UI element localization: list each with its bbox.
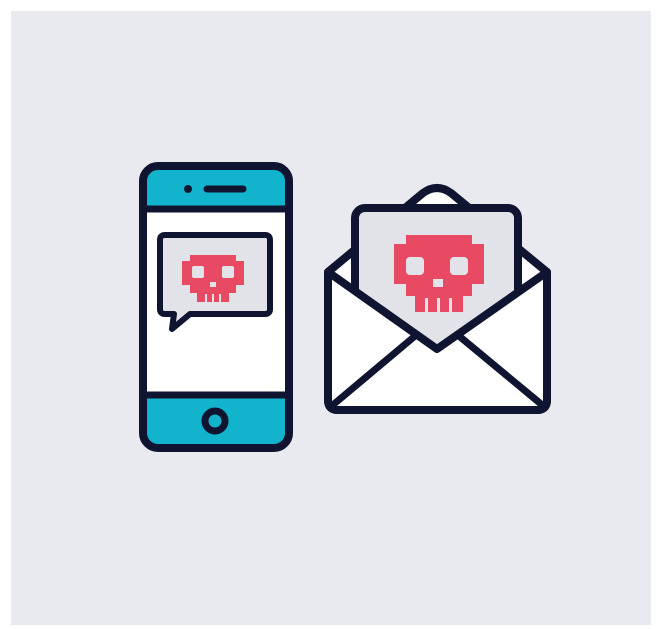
skull-tooth-gap [219, 294, 221, 302]
skull-tooth-gap [449, 298, 452, 312]
skull-nose [210, 282, 216, 287]
skull-eye-left [406, 257, 424, 275]
illustration-canvas [0, 0, 662, 629]
skull-eye-right [450, 257, 468, 275]
skull-tooth-gap [437, 298, 440, 312]
phone-camera-icon [184, 185, 192, 193]
open-envelope-icon [324, 184, 551, 414]
skull-tooth-gap [212, 294, 214, 302]
smartphone-icon [139, 162, 293, 452]
illustration-svg [139, 162, 551, 452]
skull-head [182, 255, 244, 293]
skull-eye-left [192, 266, 204, 278]
skull-eye-right [222, 266, 234, 278]
phone-bottom-band [143, 395, 289, 448]
skull-nose [433, 279, 443, 287]
skull-tooth-gap [205, 294, 207, 302]
skull-tooth-gap [425, 298, 428, 312]
